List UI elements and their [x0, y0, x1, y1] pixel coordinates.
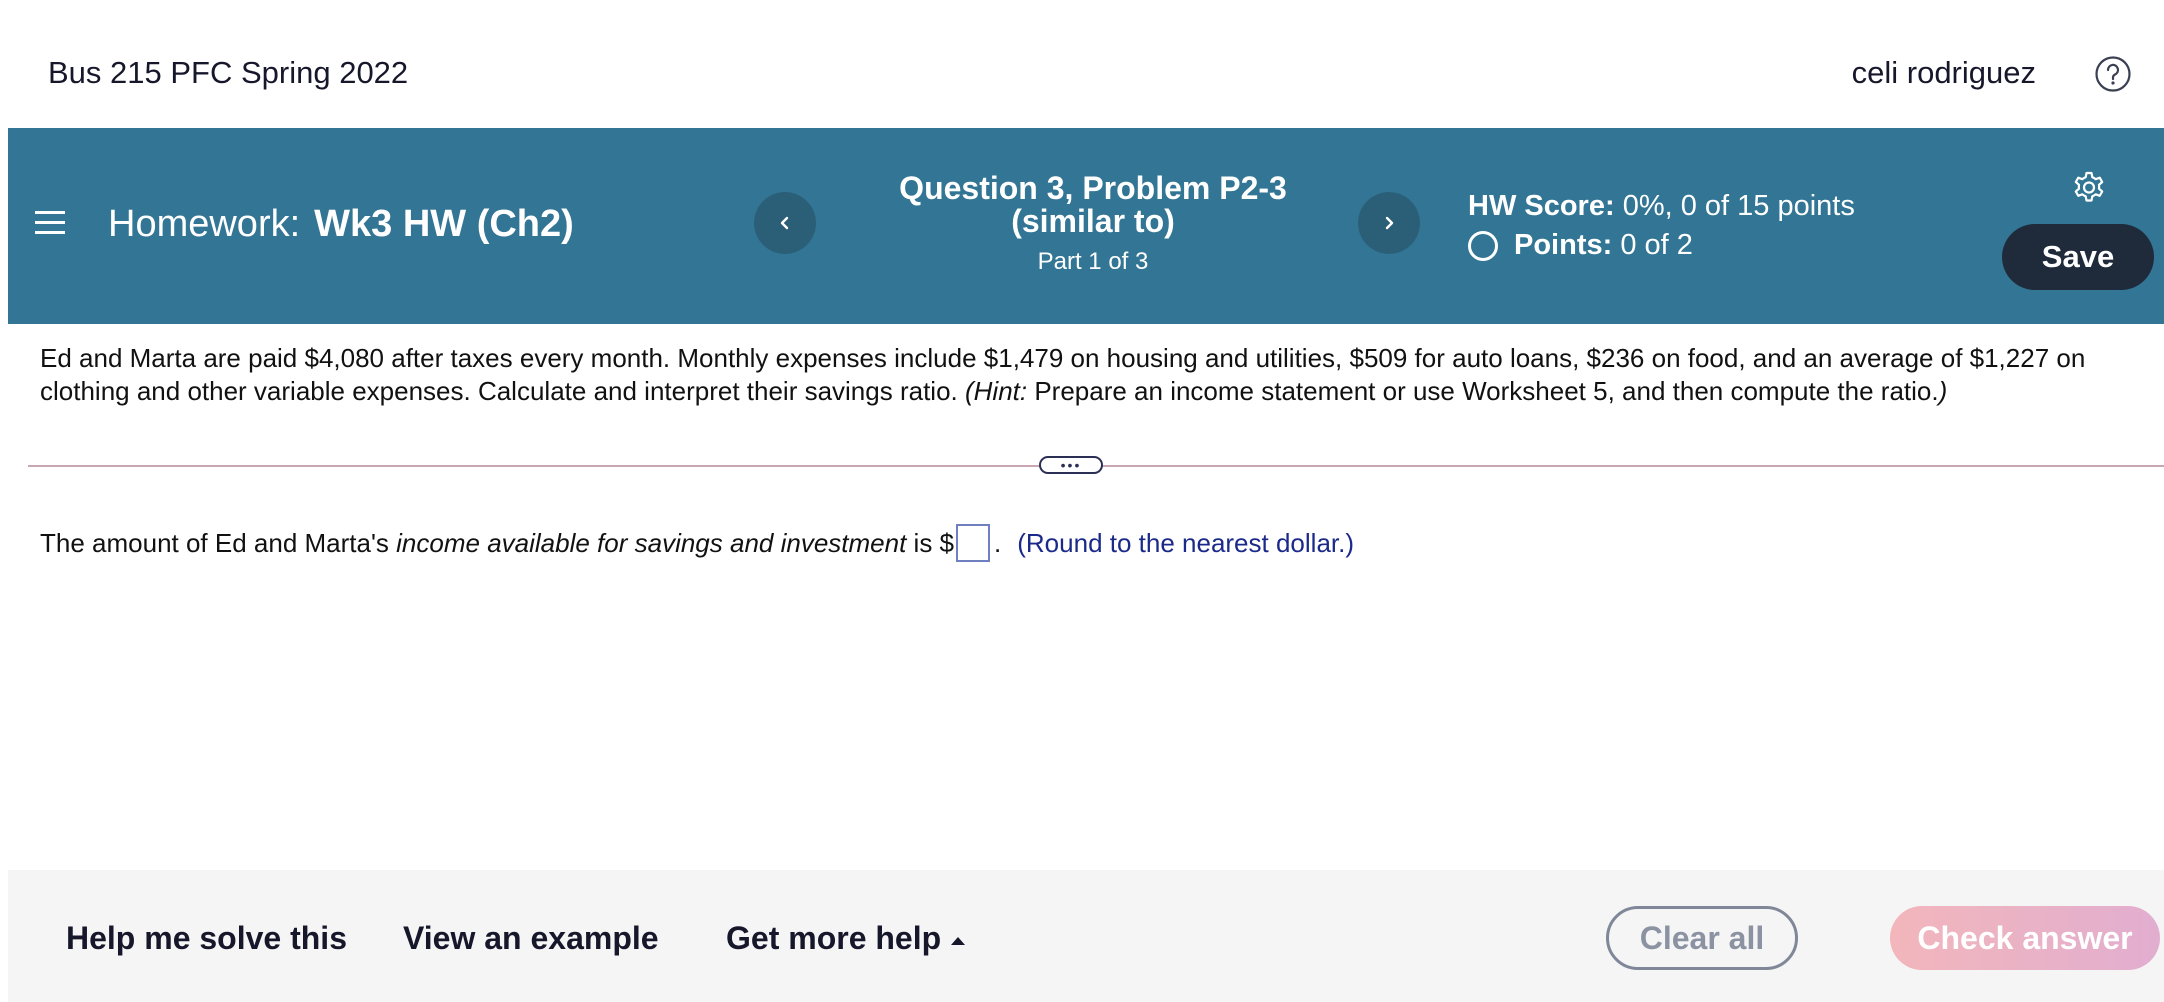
points-status-icon — [1468, 230, 1498, 261]
hw-score: HW Score: 0%, 0 of 15 points — [1468, 190, 1855, 223]
question-text: Ed and Marta are paid $4,080 after taxes… — [40, 342, 2130, 408]
hw-score-label: HW Score: — [1468, 190, 1615, 222]
next-question-button[interactable] — [1358, 192, 1420, 254]
expand-ellipsis-button[interactable]: ••• — [1039, 456, 1103, 474]
answer-prefix: The amount of Ed and Marta's — [40, 527, 397, 558]
answer-middle: is $ — [906, 527, 955, 558]
clear-all-button[interactable]: Clear all — [1606, 906, 1798, 970]
answer-emphasis: income available for savings and investm… — [396, 527, 907, 558]
hint-text: Prepare an income statement or use Works… — [1027, 376, 1939, 406]
save-button[interactable]: Save — [2002, 224, 2154, 290]
hamburger-menu-icon[interactable] — [35, 208, 65, 238]
get-more-help-button[interactable]: Get more help — [726, 920, 966, 957]
course-title[interactable]: Bus 215 PFC Spring 2022 — [48, 55, 408, 91]
answer-input[interactable] — [956, 524, 991, 562]
chevron-left-icon — [780, 216, 789, 230]
view-example-button[interactable]: View an example — [403, 920, 659, 957]
get-more-help-label: Get more help — [726, 920, 942, 956]
gear-icon[interactable] — [2070, 170, 2108, 208]
homework-prefix: Homework: — [108, 203, 301, 245]
homework-name: Wk3 HW (Ch2) — [314, 203, 574, 245]
question-info: Question 3, Problem P2-3 (similar to) Pa… — [848, 172, 1338, 276]
check-answer-button[interactable]: Check answer — [1890, 906, 2160, 970]
help-me-solve-button[interactable]: Help me solve this — [66, 920, 347, 957]
homework-header: Homework: Wk3 HW (Ch2) Question 3, Proble… — [8, 128, 2164, 324]
caret-up-icon — [951, 936, 966, 945]
user-name[interactable]: celi rodriguez — [1852, 55, 2036, 91]
hint-close: ) — [1938, 376, 1948, 406]
score-block: HW Score: 0%, 0 of 15 points Points: 0 o… — [1468, 190, 1855, 262]
hint-label: (Hint: — [964, 376, 1028, 406]
previous-question-button[interactable] — [754, 192, 816, 254]
answer-suffix: . — [994, 527, 1002, 558]
bottom-bar: Help me solve this View an example Get m… — [8, 870, 2164, 1002]
course-bar: Bus 215 PFC Spring 2022 celi rodriguez — [0, 0, 2164, 128]
round-note: (Round to the nearest dollar.) — [1017, 527, 1355, 558]
chevron-right-icon — [1385, 216, 1394, 230]
homework-title: Homework: Wk3 HW (Ch2) — [108, 203, 574, 246]
points-label: Points: — [1514, 229, 1613, 261]
question-circle-icon[interactable] — [2094, 55, 2132, 93]
hw-score-value: 0%, 0 of 15 points — [1622, 190, 1855, 222]
answer-line: The amount of Ed and Marta's income avai… — [40, 524, 1354, 562]
points: Points: 0 of 2 — [1468, 229, 1855, 262]
points-value: 0 of 2 — [1620, 229, 1693, 261]
question-part: Part 1 of 3 — [1037, 248, 1149, 275]
question-title: Question 3, Problem P2-3 (similar to) — [899, 170, 1287, 239]
